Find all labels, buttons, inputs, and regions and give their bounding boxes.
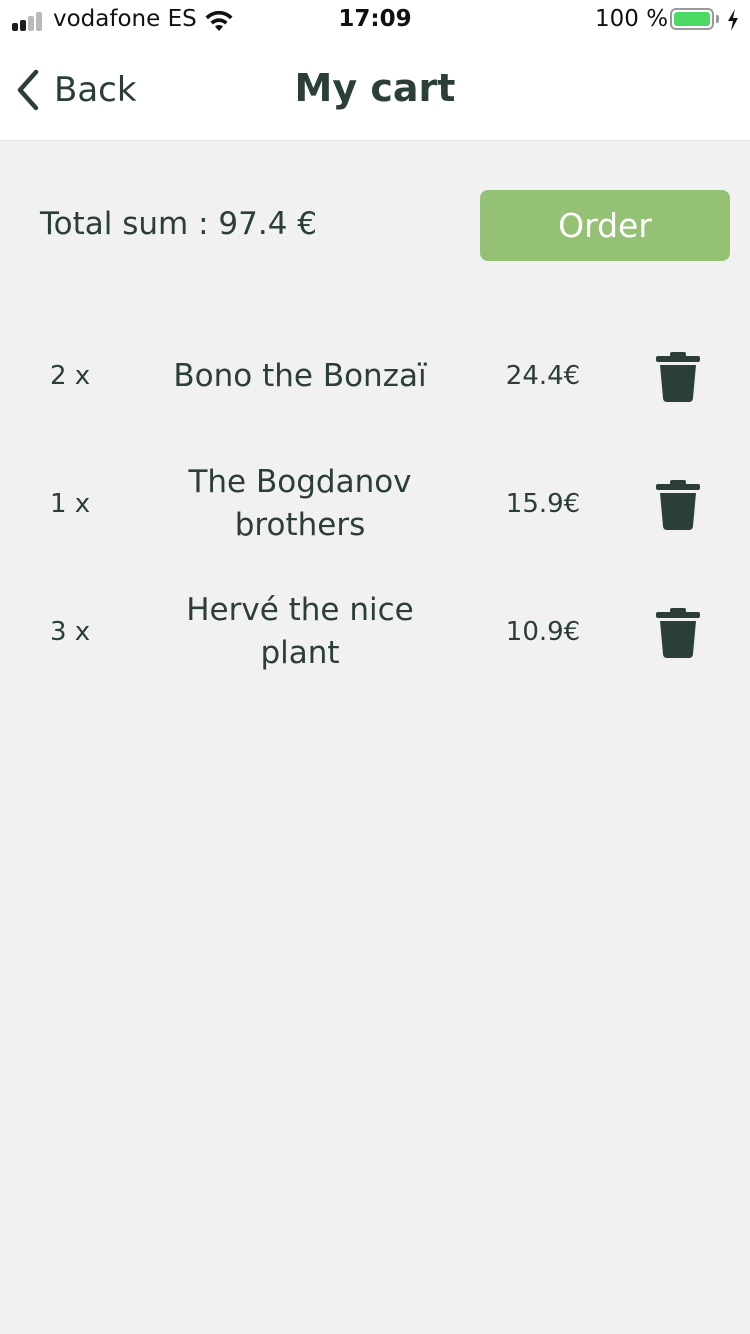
item-name: Hervé the nice plant	[186, 592, 414, 671]
item-price: 10.9€	[505, 617, 581, 647]
item-quantity: 2 x	[50, 361, 91, 391]
cart-item: 1 x The Bogdanov brothers 15.9€	[0, 440, 750, 568]
item-price: 15.9€	[505, 489, 581, 519]
order-button[interactable]: Order	[480, 190, 730, 261]
item-price: 24.4€	[505, 361, 581, 391]
cart-summary: Total sum : 97.4 € Order	[0, 190, 750, 261]
item-name: Bono the Bonzaï	[173, 357, 427, 394]
total-sum: Total sum : 97.4 €	[40, 206, 318, 242]
charging-icon	[728, 9, 738, 31]
trash-icon[interactable]	[655, 608, 701, 658]
item-quantity: 1 x	[50, 489, 91, 519]
item-quantity: 3 x	[50, 617, 91, 647]
battery-tip	[716, 15, 719, 23]
battery-percentage: 100 %	[595, 6, 669, 32]
item-name: The Bogdanov brothers	[188, 464, 412, 543]
page-title: My cart	[294, 66, 456, 110]
cart-item: 3 x Hervé the nice plant 10.9€	[0, 568, 750, 696]
navigation-bar: Back My cart	[0, 40, 750, 141]
status-bar: vodafone ES 17:09 100 %	[0, 0, 750, 40]
cart-item: 2 x Bono the Bonzaï 24.4€	[0, 312, 750, 440]
battery-icon	[670, 8, 714, 30]
trash-icon[interactable]	[655, 352, 701, 402]
trash-icon[interactable]	[655, 480, 701, 530]
